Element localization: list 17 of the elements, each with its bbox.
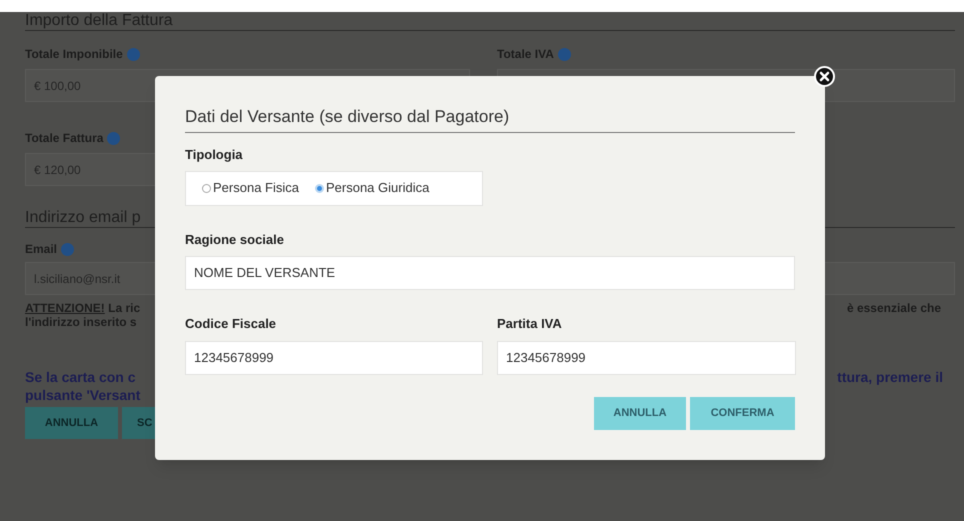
field-label: Codice Fiscale xyxy=(185,315,278,333)
radio-option[interactable]: Persona Giuridica xyxy=(314,178,430,198)
field-label: Tipologia xyxy=(185,146,244,164)
confirm-button[interactable]: CONFERMA xyxy=(690,396,795,430)
close-icon[interactable] xyxy=(814,66,835,87)
field-label: Ragione sociale xyxy=(185,230,285,249)
input-field[interactable]: 12345678999 xyxy=(185,340,483,374)
info-icon[interactable] xyxy=(126,48,140,60)
info-icon[interactable] xyxy=(107,132,120,144)
dialog-title: Dati del Versante (se diverso dal Pagatore) xyxy=(185,107,510,126)
cancel-button[interactable]: ANNULLA xyxy=(594,396,686,430)
input-field[interactable]: NOME DEL VERSANTE xyxy=(185,256,795,290)
field-label: Partita IVA xyxy=(497,315,563,333)
info-icon[interactable] xyxy=(61,242,74,256)
input-field[interactable]: 12345678999 xyxy=(497,340,796,374)
radio-option[interactable]: Persona Fisica xyxy=(202,178,299,198)
info-icon[interactable] xyxy=(558,48,571,60)
